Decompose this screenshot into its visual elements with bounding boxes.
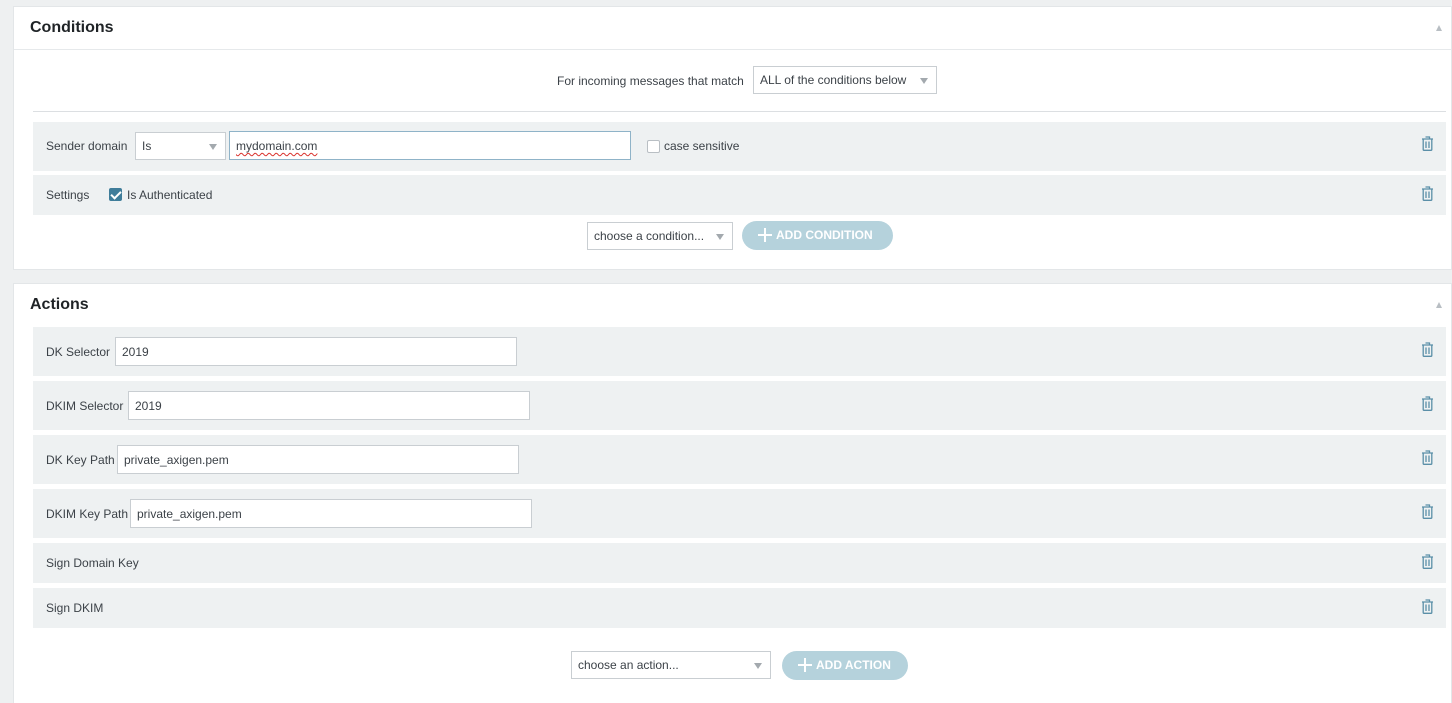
collapse-icon[interactable] <box>1436 302 1442 308</box>
action-label: Sign DKIM <box>46 601 104 615</box>
trash-icon[interactable] <box>1421 186 1434 204</box>
sender-domain-value: mydomain.com <box>236 139 318 153</box>
action-row-dk-selector: DK Selector 2019 <box>33 327 1446 376</box>
case-sensitive-label: case sensitive <box>664 139 740 153</box>
action-row-dkim-selector: DKIM Selector 2019 <box>33 381 1446 430</box>
dkim-key-path-input[interactable]: private_axigen.pem <box>130 499 532 528</box>
dk-selector-input[interactable]: 2019 <box>115 337 517 366</box>
actions-panel: Actions DK Selector 2019 DKIM Selector 2… <box>13 283 1452 703</box>
add-action-button[interactable]: ADD ACTION <box>782 651 908 680</box>
operator-select[interactable]: Is <box>135 132 226 160</box>
conditions-title: Conditions <box>30 19 114 36</box>
action-label: Sign Domain Key <box>46 556 139 570</box>
action-label: DKIM Key Path <box>46 507 129 521</box>
match-select[interactable]: ALL of the conditions below <box>753 66 937 94</box>
condition-row-sender-domain: Sender domain Is mydomain.com case sensi… <box>33 122 1446 171</box>
match-label: For incoming messages that match <box>557 74 744 88</box>
trash-icon[interactable] <box>1421 599 1434 617</box>
dk-key-path-value: private_axigen.pem <box>124 453 229 467</box>
operator-select-value: Is <box>142 139 152 153</box>
action-label: DK Selector <box>46 345 111 359</box>
caret-down-icon <box>920 78 928 84</box>
choose-action-select[interactable]: choose an action... <box>571 651 771 679</box>
choose-action-placeholder: choose an action... <box>578 658 679 672</box>
match-row: For incoming messages that match ALL of … <box>33 51 1446 112</box>
actions-header[interactable]: Actions <box>14 284 1451 327</box>
caret-down-icon <box>209 144 217 150</box>
action-row-sign-domain-key: Sign Domain Key <box>33 543 1446 583</box>
choose-condition-placeholder: choose a condition... <box>594 229 705 243</box>
add-condition-label: ADD CONDITION <box>776 228 873 242</box>
action-label: DKIM Selector <box>46 399 124 413</box>
plus-icon <box>798 658 812 672</box>
add-action-label: ADD ACTION <box>816 658 891 672</box>
match-select-value: ALL of the conditions below <box>760 73 907 87</box>
condition-label: Sender domain <box>46 139 128 153</box>
choose-condition-select[interactable]: choose a condition... <box>587 222 733 250</box>
trash-icon[interactable] <box>1421 554 1434 572</box>
dk-selector-value: 2019 <box>122 345 149 359</box>
trash-icon[interactable] <box>1421 136 1434 154</box>
collapse-icon[interactable] <box>1436 25 1442 31</box>
is-authenticated-checkbox[interactable] <box>109 188 122 201</box>
action-label: DK Key Path <box>46 453 115 467</box>
conditions-panel: Conditions For incoming messages that ma… <box>13 6 1452 270</box>
dkim-selector-value: 2019 <box>135 399 162 413</box>
plus-icon <box>758 228 772 242</box>
is-authenticated-label: Is Authenticated <box>127 188 213 202</box>
actions-title: Actions <box>30 296 89 313</box>
condition-row-settings: Settings Is Authenticated <box>33 175 1446 215</box>
caret-down-icon <box>716 234 724 240</box>
action-row-dkim-key-path: DKIM Key Path private_axigen.pem <box>33 489 1446 538</box>
action-row-sign-dkim: Sign DKIM <box>33 588 1446 628</box>
condition-label: Settings <box>46 188 90 202</box>
dkim-key-path-value: private_axigen.pem <box>137 507 242 521</box>
trash-icon[interactable] <box>1421 450 1434 468</box>
trash-icon[interactable] <box>1421 504 1434 522</box>
trash-icon[interactable] <box>1421 342 1434 360</box>
trash-icon[interactable] <box>1421 396 1434 414</box>
caret-down-icon <box>754 663 762 669</box>
conditions-header[interactable]: Conditions <box>14 7 1451 50</box>
case-sensitive-checkbox[interactable] <box>647 140 660 153</box>
sender-domain-input[interactable]: mydomain.com <box>229 131 631 160</box>
action-row-dk-key-path: DK Key Path private_axigen.pem <box>33 435 1446 484</box>
dk-key-path-input[interactable]: private_axigen.pem <box>117 445 519 474</box>
add-condition-button[interactable]: ADD CONDITION <box>742 221 893 250</box>
dkim-selector-input[interactable]: 2019 <box>128 391 530 420</box>
